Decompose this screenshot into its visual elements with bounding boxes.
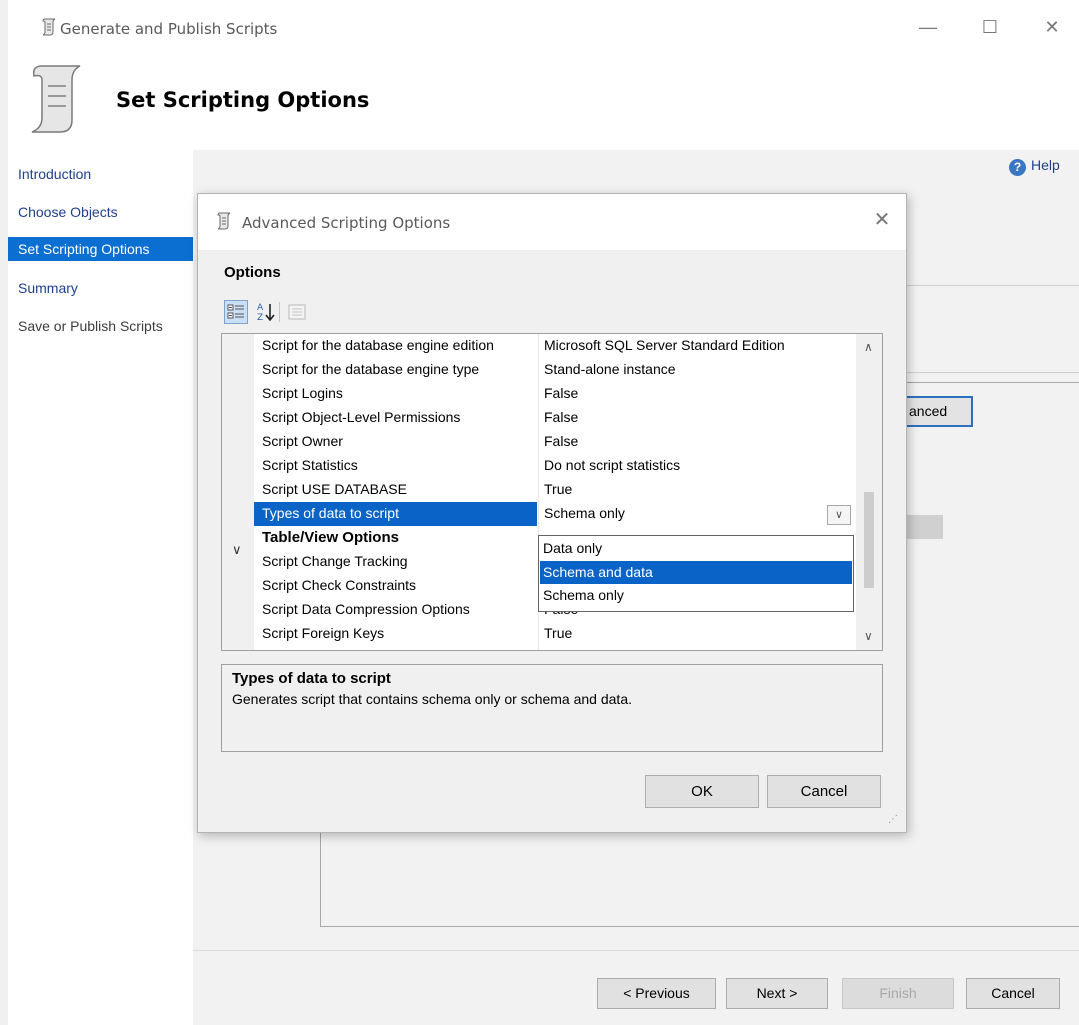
- svg-text:A: A: [257, 303, 264, 313]
- scroll-down-icon[interactable]: ∨: [864, 629, 873, 643]
- dropdown-arrow-button[interactable]: ∨: [827, 505, 851, 525]
- finish-button[interactable]: Finish: [842, 978, 954, 1009]
- sidebar-item-save-or-publish-scripts[interactable]: Save or Publish Scripts: [18, 314, 163, 338]
- scroll-icon: [217, 212, 231, 230]
- scroll-icon: [42, 18, 56, 36]
- grid-row[interactable]: Script Owner False: [254, 430, 848, 454]
- chevron-down-icon: ∨: [834, 509, 844, 521]
- minimize-button[interactable]: —: [916, 15, 940, 39]
- window-title: Generate and Publish Scripts: [60, 20, 278, 38]
- resize-grip-icon[interactable]: ⋰: [888, 814, 898, 825]
- grid-row[interactable]: Script for the database engine edition M…: [254, 334, 848, 358]
- categorized-view-button[interactable]: [224, 300, 248, 324]
- help-icon[interactable]: ?: [1009, 159, 1026, 176]
- dialog-cancel-button[interactable]: Cancel: [767, 775, 881, 808]
- property-name: Script Logins: [262, 385, 343, 401]
- scroll-up-icon[interactable]: ∧: [864, 340, 873, 354]
- alphabetical-view-button[interactable]: A Z: [254, 300, 278, 324]
- maximize-button[interactable]: ☐: [978, 15, 1002, 39]
- grid-row[interactable]: Script Foreign Keys True: [254, 622, 848, 646]
- ok-button[interactable]: OK: [645, 775, 759, 808]
- grid-row[interactable]: Script Logins False: [254, 382, 848, 406]
- property-value[interactable]: Schema only: [544, 505, 625, 521]
- advanced-button[interactable]: anced: [905, 396, 973, 427]
- close-button[interactable]: ✕: [1040, 15, 1064, 39]
- collapse-chevron-icon[interactable]: ∨: [232, 542, 242, 558]
- previous-button[interactable]: < Previous: [597, 978, 716, 1009]
- grid-gutter: [222, 334, 254, 650]
- property-value: True: [544, 625, 573, 641]
- grid-row[interactable]: Script for the database engine type Stan…: [254, 358, 848, 382]
- sort-alphabetical-icon: A Z: [257, 303, 275, 323]
- property-value: Microsoft SQL Server Standard Edition: [544, 337, 785, 353]
- grid-row-selected[interactable]: Types of data to script Schema only: [254, 502, 848, 526]
- property-name: Script USE DATABASE: [262, 481, 407, 497]
- grid-row[interactable]: Script Statistics Do not script statisti…: [254, 454, 848, 478]
- svg-text:Z: Z: [257, 313, 263, 323]
- property-pages-button: [285, 300, 309, 324]
- category-name: Table/View Options: [262, 529, 399, 546]
- description-title: Types of data to script: [232, 670, 391, 687]
- page-title: Set Scripting Options: [116, 88, 370, 112]
- types-of-data-dropdown-list: Data only Schema and data Schema only: [538, 535, 854, 612]
- scroll-large-icon: [31, 65, 81, 133]
- footer-divider: [193, 950, 1079, 951]
- scrollbar-thumb[interactable]: [864, 492, 874, 588]
- property-name: Script Check Constraints: [262, 577, 417, 593]
- sidebar-item-set-scripting-options[interactable]: Set Scripting Options: [8, 237, 193, 261]
- property-name: Script Data Compression Options: [262, 601, 470, 617]
- property-value: Stand-alone instance: [544, 361, 676, 377]
- next-button[interactable]: Next >: [726, 978, 828, 1009]
- grid-row[interactable]: Script Object-Level Permissions False: [254, 406, 848, 430]
- description-text: Generates script that contains schema on…: [232, 691, 632, 707]
- property-value: False: [544, 385, 579, 401]
- property-value: False: [544, 433, 579, 449]
- options-label: Options: [224, 264, 281, 281]
- dropdown-option[interactable]: Data only: [540, 537, 852, 560]
- property-name: Script Object-Level Permissions: [262, 409, 461, 425]
- dialog-title-bar: Advanced Scripting Options ✕: [198, 194, 906, 250]
- sidebar-item-summary[interactable]: Summary: [18, 276, 78, 300]
- property-value: True: [544, 481, 573, 497]
- property-name: Script Change Tracking: [262, 553, 408, 569]
- grid-row[interactable]: Script USE DATABASE True: [254, 478, 848, 502]
- disabled-control: [905, 515, 943, 539]
- help-link[interactable]: Help: [1031, 157, 1060, 173]
- dialog-title: Advanced Scripting Options: [242, 214, 451, 232]
- property-name: Types of data to script: [262, 505, 399, 521]
- sidebar-item-introduction[interactable]: Introduction: [18, 162, 91, 186]
- property-name: Script for the database engine edition: [262, 337, 494, 353]
- property-description-panel: Types of data to script Generates script…: [221, 664, 883, 752]
- advanced-scripting-options-dialog: Advanced Scripting Options ✕ Options A Z: [197, 193, 907, 833]
- property-pages-icon: [288, 304, 306, 320]
- dialog-close-button[interactable]: ✕: [872, 208, 892, 232]
- cancel-button[interactable]: Cancel: [966, 978, 1060, 1009]
- property-name: Script Owner: [262, 433, 343, 449]
- dropdown-option[interactable]: Schema only: [540, 584, 852, 607]
- sidebar-item-choose-objects[interactable]: Choose Objects: [18, 200, 118, 224]
- dropdown-option-highlighted[interactable]: Schema and data: [540, 561, 852, 584]
- title-bar: Generate and Publish Scripts — ☐ ✕: [8, 0, 1079, 54]
- output-options-group: [905, 285, 1079, 373]
- property-name: Script for the database engine type: [262, 361, 480, 377]
- categorized-icon: [227, 304, 244, 319]
- generate-publish-scripts-window: Generate and Publish Scripts — ☐ ✕ Set S…: [0, 0, 1079, 1025]
- window-left-edge: [0, 0, 8, 1025]
- vertical-scrollbar[interactable]: ∧ ∨: [856, 334, 882, 650]
- property-name: Script Statistics: [262, 457, 358, 473]
- toolbar-separator: [279, 302, 280, 322]
- property-value: Do not script statistics: [544, 457, 681, 473]
- wizard-sidebar: Introduction Choose Objects Set Scriptin…: [8, 150, 193, 1025]
- property-name: Script Foreign Keys: [262, 625, 385, 641]
- property-value: False: [544, 409, 579, 425]
